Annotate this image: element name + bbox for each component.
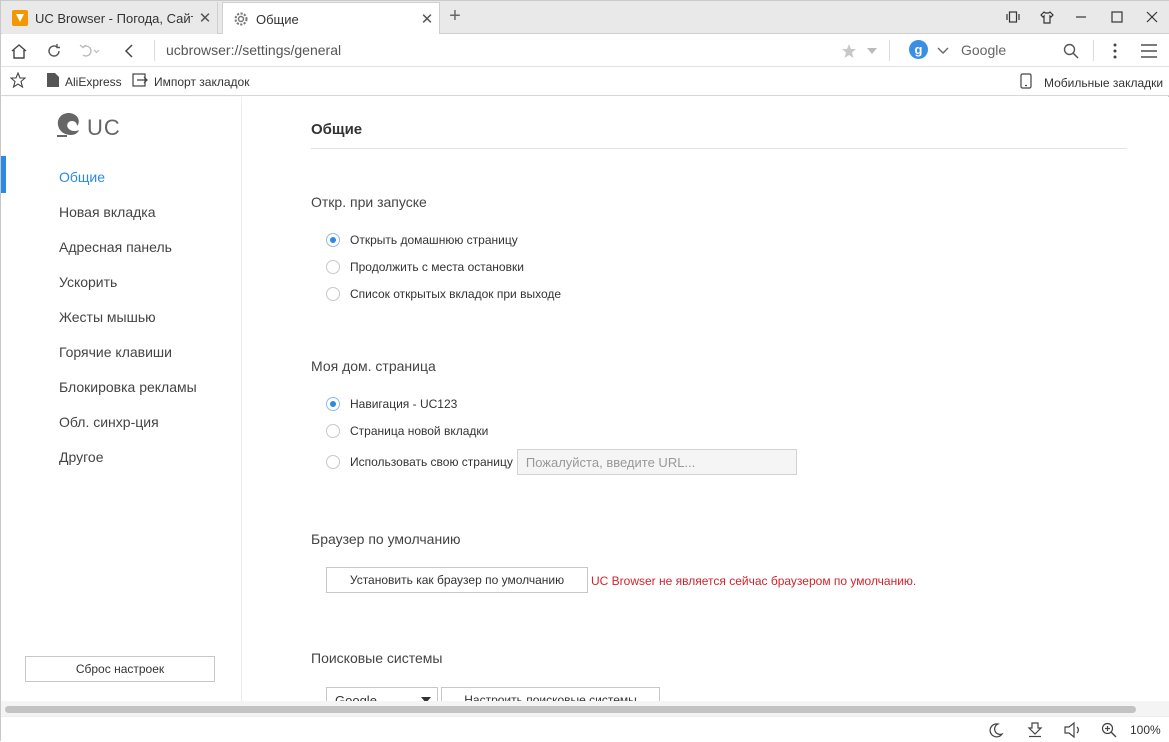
mobile-phone-icon [1020,73,1032,92]
radio-label: Продолжить с места остановки [350,260,524,274]
minimize-icon[interactable] [1066,7,1096,27]
sidebar-item-ad-block[interactable]: Блокировка рекламы [59,379,197,395]
radio-label: Страница новой вкладки [350,424,489,438]
bookmark-aliexpress[interactable]: AliExpress [47,73,122,90]
homepage-option-uc123[interactable]: Навигация - UC123 [326,397,457,411]
reset-settings-button[interactable]: Сброс настроек [25,656,215,682]
select-value: Google [335,692,377,702]
status-bar: 100% [1,716,1169,742]
import-icon [132,73,148,90]
divider [889,40,890,61]
default-browser-warning: UC Browser не является сейчас браузером … [591,574,917,588]
tab-mode-icon[interactable] [998,7,1028,27]
more-vertical-icon[interactable] [1104,40,1126,62]
homepage-option-new-tab[interactable]: Страница новой вкладки [326,424,488,438]
sidebar-item-general[interactable]: Общие [59,169,105,185]
menu-icon[interactable] [1138,40,1160,62]
search-input[interactable]: Google [961,42,1006,58]
new-tab-button[interactable]: + [445,5,465,29]
radio-button[interactable] [326,424,340,438]
bookmark-label: Мобильные закладки [1044,75,1164,90]
star-bookmark-icon[interactable] [838,40,860,62]
homepage-heading: Моя дом. страница [311,358,436,374]
radio-label: Открыть домашнюю страницу [350,233,518,247]
page-icon [47,73,59,90]
startup-option-homepage[interactable]: Открыть домашнюю страницу [326,233,518,247]
tab-settings[interactable]: Общие ✕ [222,2,440,35]
tab-title: UC Browser - Погода, Сайт, Н [35,10,193,26]
configure-search-engines-button[interactable]: Настроить поисковые системы [441,687,660,701]
chevron-down-icon[interactable] [932,40,954,62]
gear-icon [233,11,249,27]
bookmark-import[interactable]: Импорт закладок [132,73,249,90]
tab-title: Общие [256,11,299,27]
sidebar-item-speed-up[interactable]: Ускорить [59,274,117,290]
zoom-level[interactable]: 100% [1130,723,1161,737]
volume-icon[interactable] [1064,721,1082,739]
uc-logo: UC [55,111,121,144]
sidebar-item-address-bar[interactable]: Адресная панель [59,239,172,255]
night-mode-moon-icon[interactable] [987,721,1005,739]
bookmark-label: AliExpress [65,74,122,89]
radio-button[interactable] [326,233,340,247]
settings-sidebar: UC Общие Новая вкладка Адресная панель У… [1,97,242,701]
browser-window: UC Browser - Погода, Сайт, Н ✕ Общие ✕ + [0,0,1169,742]
tab-bar: UC Browser - Погода, Сайт, Н ✕ Общие ✕ + [1,1,1169,35]
bookmark-star-icon[interactable] [10,72,26,88]
zoom-in-icon[interactable] [1100,721,1118,739]
bookmarks-bar: AliExpress Импорт закладок Мобильные зак… [1,67,1169,96]
undo-close-tab-icon[interactable] [78,40,100,62]
search-engine-icon[interactable]: g [909,40,928,59]
sidebar-item-cloud-sync[interactable]: Обл. синхр-ция [59,414,159,430]
default-browser-heading: Браузер по умолчанию [311,531,461,547]
custom-url-field[interactable]: Пожалуйста, введите URL... [516,449,797,475]
download-icon[interactable] [1026,721,1044,739]
homepage-option-custom[interactable]: Использовать свою страницу Пожалуйста, в… [326,449,797,475]
divider [1093,40,1094,61]
search-icon[interactable] [1060,40,1082,62]
radio-button[interactable] [326,397,340,411]
radio-button[interactable] [326,260,340,274]
divider [311,148,1127,149]
reload-icon[interactable] [43,40,65,62]
radio-button[interactable] [326,455,340,469]
mobile-bookmarks[interactable]: Мобильные закладки [1020,73,1163,92]
search-engines-heading: Поисковые системы [311,650,443,666]
uc-favicon-icon [12,10,28,26]
tab-close-icon[interactable]: ✕ [415,10,439,28]
sidebar-item-mouse-gestures[interactable]: Жесты мышью [59,309,156,325]
set-default-browser-button[interactable]: Установить как браузер по умолчанию [326,567,588,593]
settings-content: Общие Откр. при запуске Открыть домашнюю… [242,97,1169,701]
horizontal-scrollbar[interactable] [1,701,1169,716]
logo-text: UC [87,114,121,140]
bookmark-label: Импорт закладок [154,74,250,89]
home-icon[interactable] [8,40,30,62]
navigation-bar: ucbrowser://settings/general g Google [1,34,1169,67]
radio-label: Список открытых вкладок при выходе [350,287,562,301]
address-bar[interactable]: ucbrowser://settings/general [166,42,341,58]
radio-label: Использовать свою страницу [350,455,513,469]
tab-uc-browser[interactable]: UC Browser - Погода, Сайт, Н ✕ [2,2,218,34]
sidebar-item-new-tab[interactable]: Новая вкладка [59,204,156,220]
back-icon[interactable] [118,40,140,62]
startup-option-tabs-list[interactable]: Список открытых вкладок при выходе [326,287,561,301]
radio-button[interactable] [326,287,340,301]
page-title: Общие [311,121,363,138]
sidebar-item-other[interactable]: Другое [59,449,103,465]
active-indicator [1,156,6,193]
chevron-down-icon[interactable] [861,40,883,62]
squirrel-logo-icon [55,111,83,144]
skin-shirt-icon[interactable] [1032,7,1062,27]
tab-close-icon[interactable]: ✕ [193,9,217,27]
divider [154,40,155,61]
startup-option-continue[interactable]: Продолжить с места остановки [326,260,524,274]
startup-heading: Откр. при запуске [311,194,427,210]
radio-label: Навигация - UC123 [350,397,458,411]
close-window-icon[interactable] [1137,7,1167,27]
search-engine-select[interactable]: Google [326,687,438,701]
scrollbar-thumb[interactable] [5,706,1136,713]
maximize-icon[interactable] [1102,7,1132,27]
sidebar-item-hotkeys[interactable]: Горячие клавиши [59,344,172,360]
